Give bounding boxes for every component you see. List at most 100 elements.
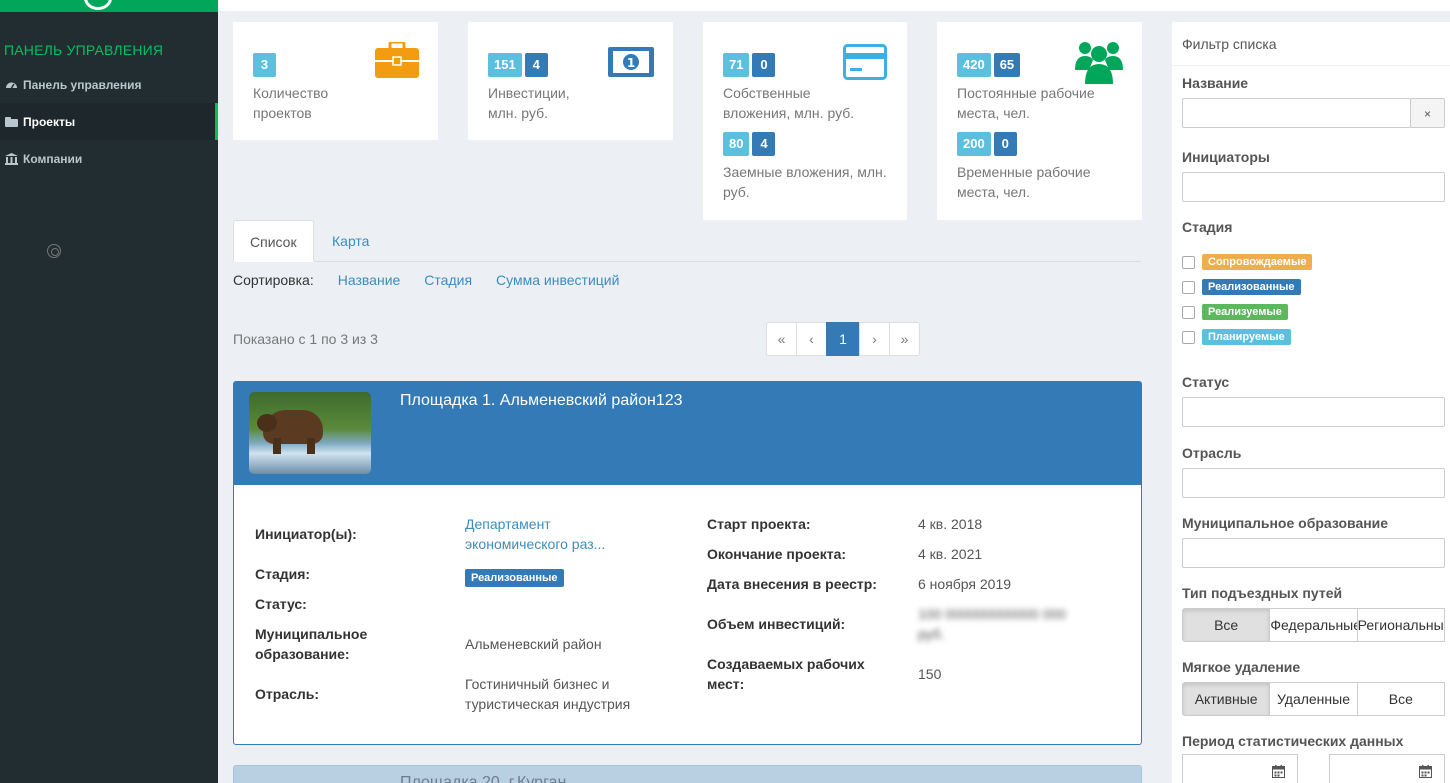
stat-label: Инвестиции, млн. руб. bbox=[488, 85, 570, 121]
prev-page-button[interactable]: ‹ bbox=[796, 322, 827, 356]
clear-name-button[interactable]: × bbox=[1410, 98, 1445, 128]
sidebar: ПАНЕЛЬ УПРАВЛЕНИЯ Панель управления Прое… bbox=[0, 0, 218, 783]
calendar-icon[interactable] bbox=[1419, 765, 1432, 781]
results-count: Показано с 1 по 3 из 3 bbox=[233, 331, 378, 347]
stage-checkbox-supported[interactable]: Сопровождаемые bbox=[1182, 254, 1313, 270]
industry-key: Отрасль: bbox=[255, 686, 320, 702]
sort-by-stage-link[interactable]: Стадия bbox=[424, 272, 472, 288]
sort-by-name-link[interactable]: Название bbox=[338, 272, 401, 288]
users-icon bbox=[1075, 40, 1123, 87]
sidebar-item-label: Проекты bbox=[23, 114, 76, 129]
tab-map[interactable]: Карта bbox=[316, 220, 385, 262]
roads-button-group: Все Федеральные Региональные bbox=[1182, 608, 1445, 642]
investment-key: Объем инвестиций: bbox=[707, 616, 846, 632]
bear-leg-image bbox=[307, 438, 315, 454]
initiator-key: Инициатор(ы): bbox=[255, 526, 357, 542]
jobs-key: Создаваемых рабочих мест: bbox=[707, 656, 865, 692]
first-page-button[interactable]: « bbox=[766, 322, 797, 356]
registry-date-value: 6 ноября 2019 bbox=[918, 576, 1012, 592]
stat-value: 0 bbox=[752, 53, 776, 77]
stat-label: Собственные вложения, млн. руб. bbox=[723, 85, 855, 121]
stat-value: 65 bbox=[993, 53, 1021, 77]
page-1-button[interactable]: 1 bbox=[826, 322, 860, 356]
roads-all-button[interactable]: Все bbox=[1182, 608, 1271, 642]
all-button[interactable]: Все bbox=[1356, 682, 1445, 716]
project-card-next[interactable]: Площадка 20, г.Курган bbox=[233, 765, 1142, 783]
investment-value: 100 000000000000 000 руб. bbox=[918, 606, 1066, 642]
initiator-link[interactable]: Департамент экономического раз... bbox=[465, 514, 635, 554]
stat-label: Постоянные рабочие места, чел. bbox=[957, 85, 1095, 121]
filter-municipality-label: Муниципальное образование bbox=[1182, 515, 1389, 531]
registry-date-key: Дата внесения в реестр: bbox=[707, 576, 877, 592]
stage-checkbox-realized[interactable]: Реализованные bbox=[1182, 279, 1301, 295]
project-thumbnail[interactable] bbox=[249, 392, 371, 474]
stage-label: Планируемые bbox=[1202, 329, 1291, 345]
checkbox[interactable] bbox=[1182, 255, 1195, 269]
filter-industry-label: Отрасль bbox=[1182, 445, 1242, 461]
stage-label: Реализованные bbox=[1202, 279, 1301, 295]
sidebar-item-companies[interactable]: Компании bbox=[0, 140, 218, 177]
last-page-button[interactable]: » bbox=[889, 322, 920, 356]
stat-value: 4 bbox=[524, 53, 548, 77]
next-page-button[interactable]: › bbox=[859, 322, 890, 356]
credit-card-icon bbox=[843, 44, 887, 83]
roads-federal-button[interactable]: Федеральные bbox=[1269, 608, 1358, 642]
sidebar-item-dashboard[interactable]: Панель управления bbox=[0, 66, 218, 103]
money-bill-icon: 1 bbox=[608, 47, 654, 80]
project-title[interactable]: Площадка 1. Альменевский район123 bbox=[400, 392, 683, 410]
filter-header: Фильтр списка bbox=[1172, 22, 1450, 66]
stat-value: 80 bbox=[723, 132, 750, 156]
sort-by-investment-link[interactable]: Сумма инвестиций bbox=[496, 272, 619, 288]
project-card-header: Площадка 1. Альменевский район123 bbox=[234, 382, 1141, 485]
briefcase-icon bbox=[375, 40, 419, 81]
filter-status-input[interactable] bbox=[1182, 397, 1445, 427]
stat-box-own-investments: 71 0 Собственные вложения, млн. руб. 80 … bbox=[703, 22, 907, 220]
end-key: Окончание проекта: bbox=[707, 546, 847, 562]
stage-checkbox-in-progress[interactable]: Реализуемые bbox=[1182, 304, 1288, 320]
sidebar-title: ПАНЕЛЬ УПРАВЛЕНИЯ bbox=[4, 42, 164, 58]
stat-value: 71 bbox=[723, 53, 750, 77]
roads-regional-button[interactable]: Региональные bbox=[1356, 608, 1445, 642]
stat-value: 420 bbox=[957, 53, 991, 77]
municipality-value: Альменевский район bbox=[465, 636, 602, 652]
filter-name-input[interactable] bbox=[1182, 98, 1411, 128]
project-title: Площадка 20, г.Курган bbox=[400, 774, 567, 783]
stage-label: Сопровождаемые bbox=[1202, 254, 1313, 270]
top-navbar bbox=[218, 0, 1450, 11]
soft-delete-button-group: Активные Удаленные Все bbox=[1182, 682, 1445, 716]
calendar-icon[interactable] bbox=[1272, 765, 1285, 781]
period-start-input[interactable] bbox=[1182, 754, 1298, 783]
checkbox[interactable] bbox=[1182, 305, 1195, 319]
filter-municipality-input[interactable] bbox=[1182, 538, 1445, 568]
industry-value: Гостиничный бизнес и туристическая индус… bbox=[465, 676, 631, 712]
filter-status-label: Статус bbox=[1182, 374, 1230, 390]
filter-industry-input[interactable] bbox=[1182, 468, 1445, 498]
pagination: « ‹ 1 › » bbox=[766, 322, 920, 356]
active-button[interactable]: Активные bbox=[1182, 682, 1271, 716]
stat-value: 3 bbox=[253, 53, 276, 77]
start-value: 4 кв. 2018 bbox=[918, 516, 983, 532]
stage-checkbox-planned[interactable]: Планируемые bbox=[1182, 329, 1291, 345]
filter-roads-label: Тип подъездных путей bbox=[1182, 585, 1343, 601]
filter-initiators-input[interactable] bbox=[1182, 172, 1445, 202]
checkbox[interactable] bbox=[1182, 330, 1195, 344]
stage-label: Реализуемые bbox=[1202, 304, 1288, 320]
stat-value: 0 bbox=[993, 132, 1017, 156]
stage-key: Стадия: bbox=[255, 566, 311, 582]
sidebar-item-projects[interactable]: Проекты bbox=[0, 103, 218, 140]
tab-list[interactable]: Список bbox=[233, 220, 314, 262]
municipality-key: Муниципальное образование: bbox=[255, 626, 368, 662]
filter-name-label: Название bbox=[1182, 75, 1249, 91]
period-end-input[interactable] bbox=[1329, 754, 1445, 783]
sidebar-item-label: Панель управления bbox=[23, 77, 142, 92]
deleted-button[interactable]: Удаленные bbox=[1269, 682, 1358, 716]
stat-value: 151 bbox=[488, 53, 522, 77]
stat-box-projects: 3 Количество проектов bbox=[233, 22, 438, 140]
sort-bar: Сортировка: Название Стадия Сумма инвест… bbox=[233, 272, 619, 288]
filter-period-label: Период статистических данных bbox=[1182, 733, 1404, 749]
bear-head-image bbox=[257, 414, 277, 432]
stat-label: Количество проектов bbox=[253, 85, 329, 121]
checkbox[interactable] bbox=[1182, 280, 1195, 294]
sort-label: Сортировка: bbox=[233, 272, 314, 288]
folder-icon bbox=[4, 116, 18, 128]
